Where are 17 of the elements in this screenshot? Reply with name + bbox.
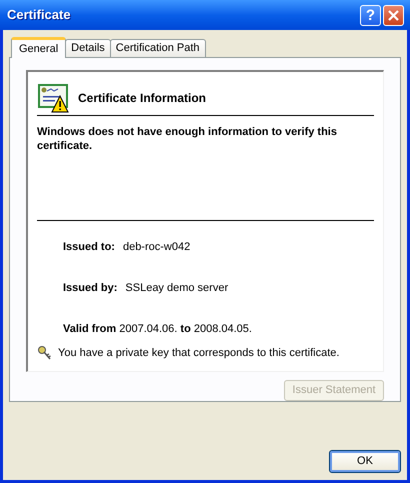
validity-text: Valid from 2007.04.06. to 2008.04.05. (62, 322, 253, 337)
field-label: Issued to: (63, 240, 115, 255)
close-icon (388, 10, 399, 20)
warning-text: Windows does not have enough information to verify this certificate. (37, 125, 337, 153)
private-key-note: You have a private key that corresponds to this certificate. (58, 346, 340, 360)
field-value: deb-roc-w042 (122, 240, 190, 255)
field-value: SSLeay demo server (125, 281, 228, 296)
tab[interactable]: Details (65, 39, 111, 57)
heading: Certificate Information (78, 90, 206, 106)
tab[interactable]: General (11, 37, 66, 58)
tab[interactable]: Certification Path (110, 39, 206, 57)
window-title: Certificate (6, 6, 72, 24)
close-button[interactable] (383, 4, 404, 26)
ok-button[interactable]: OK (329, 450, 401, 473)
certificate-warning-icon (37, 82, 69, 112)
field-label: Issued by: (63, 281, 118, 296)
key-icon (37, 344, 53, 361)
